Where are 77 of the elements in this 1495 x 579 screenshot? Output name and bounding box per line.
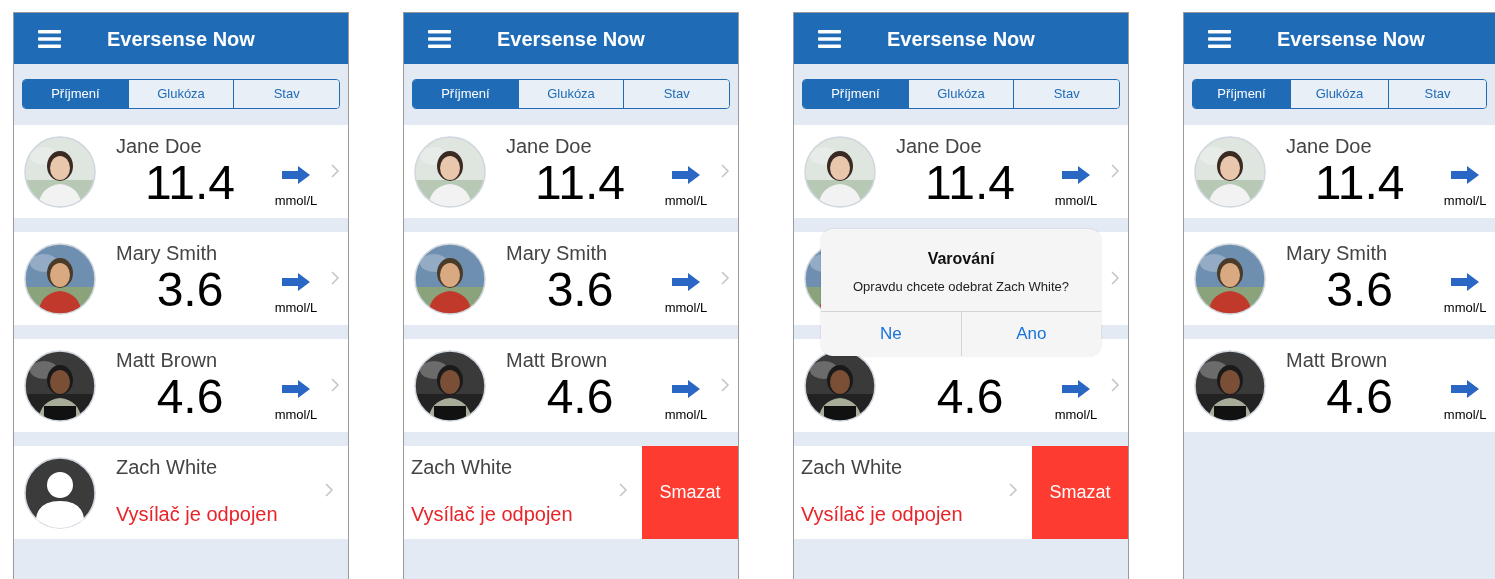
patient-row[interactable]: Matt Brown 4.6 mmol/L <box>14 339 348 432</box>
patient-name: Jane Doe <box>116 134 203 158</box>
patient-row[interactable]: Jane Doe 11.4 mmol/L <box>1184 125 1495 218</box>
patient-row[interactable]: Zach White Vysílač je odpojen <box>14 446 348 539</box>
app-title: Eversense Now <box>107 26 255 52</box>
app-title: Eversense Now <box>497 26 645 52</box>
patient-row[interactable]: Jane Doe 11.4 mmol/L <box>794 125 1128 218</box>
unit-label: mmol/L <box>1443 298 1487 317</box>
glucose-value: 11.4 <box>924 158 1016 208</box>
patient-name: Jane Doe <box>506 134 593 158</box>
patient-name: Matt Brown <box>116 348 219 372</box>
unit-label: mmol/L <box>1054 405 1098 424</box>
sort-tab[interactable]: Stav <box>1388 80 1486 108</box>
glucose-value: 3.6 <box>156 265 225 315</box>
glucose-value: 4.6 <box>155 372 225 422</box>
patient-row[interactable]: Matt Brown 4.6 mmol/L <box>1184 339 1495 432</box>
sort-tab[interactable]: Stav <box>1013 80 1119 108</box>
menu-icon <box>1208 29 1231 48</box>
glucose-value: 11.4 <box>534 158 626 208</box>
status-text: Vysílač je odpojen <box>116 502 279 527</box>
dialog-button[interactable]: Ano <box>960 311 1101 356</box>
patient-name: Zach White <box>116 455 219 479</box>
sort-tab[interactable]: Příjmení <box>803 80 908 108</box>
glucose-value: 3.6 <box>1326 265 1394 315</box>
patient-name: Matt Brown <box>506 348 609 372</box>
glucose-value: 11.4 <box>144 158 236 208</box>
patient-name: Matt Brown <box>1286 348 1389 372</box>
glucose-value: 4.6 <box>545 372 615 422</box>
unit-label: mmol/L <box>664 191 708 210</box>
avatar-icon <box>24 457 96 529</box>
patient-row[interactable]: Mary Smith 3.6 mmol/L <box>404 232 738 325</box>
patient-name: Mary Smith <box>1286 241 1389 265</box>
delete-button[interactable]: Smazat <box>1032 446 1128 539</box>
sort-tab[interactable]: Příjmení <box>23 80 128 108</box>
glucose-value: 3.6 <box>546 265 615 315</box>
patient-name: Mary Smith <box>506 241 609 265</box>
patient-name: Jane Doe <box>896 134 983 158</box>
patient-row[interactable]: Mary Smith 3.6 mmol/L <box>14 232 348 325</box>
patient-name: Mary Smith <box>116 241 219 265</box>
status-text: Vysílač je odpojen <box>801 502 964 527</box>
unit-label: mmol/L <box>274 191 318 210</box>
dialog-title: Varování <box>926 249 996 269</box>
unit-label: mmol/L <box>664 298 708 317</box>
sort-tab[interactable]: Příjmení <box>413 80 518 108</box>
sort-tab[interactable]: Stav <box>233 80 339 108</box>
menu-icon <box>818 29 841 48</box>
patient-row[interactable]: Jane Doe 11.4 mmol/L <box>404 125 738 218</box>
menu-icon <box>428 29 451 48</box>
dialog-message: Opravdu chcete odebrat Zach White? <box>851 278 1071 296</box>
sort-tab[interactable]: Glukóza <box>127 80 234 108</box>
patient-row[interactable]: Zach White Vysílač je odpojen Smazat <box>794 446 1128 539</box>
sort-tab[interactable]: Glukóza <box>1290 80 1388 108</box>
delete-button[interactable]: Smazat <box>642 446 738 539</box>
patient-row[interactable]: Jane Doe 11.4 mmol/L <box>14 125 348 218</box>
sort-tab[interactable]: Glukóza <box>517 80 624 108</box>
app-title: Eversense Now <box>1277 26 1425 52</box>
app-title: Eversense Now <box>887 26 1035 52</box>
unit-label: mmol/L <box>1443 191 1487 210</box>
patient-row[interactable]: Matt Brown 4.6 mmol/L <box>404 339 738 432</box>
unit-label: mmol/L <box>664 405 708 424</box>
patient-row[interactable]: Zach White Vysílač je odpojen Smazat <box>404 446 738 539</box>
glucose-value: 11.4 <box>1313 158 1406 208</box>
menu-icon <box>38 29 61 48</box>
unit-label: mmol/L <box>1054 191 1098 210</box>
patient-name: Zach White <box>801 455 904 479</box>
patient-name: Jane Doe <box>1286 134 1373 158</box>
unit-label: mmol/L <box>274 405 318 424</box>
glucose-value: 4.6 <box>935 372 1005 422</box>
patient-name: Zach White <box>411 455 514 479</box>
unit-label: mmol/L <box>1443 405 1487 424</box>
sort-tab[interactable]: Příjmení <box>1193 80 1290 108</box>
patient-row[interactable]: Mary Smith 3.6 mmol/L <box>1184 232 1495 325</box>
sort-tab[interactable]: Glukóza <box>907 80 1014 108</box>
sort-tab[interactable]: Stav <box>623 80 729 108</box>
status-text: Vysílač je odpojen <box>411 502 574 527</box>
glucose-value: 4.6 <box>1325 372 1394 422</box>
unit-label: mmol/L <box>274 298 318 317</box>
